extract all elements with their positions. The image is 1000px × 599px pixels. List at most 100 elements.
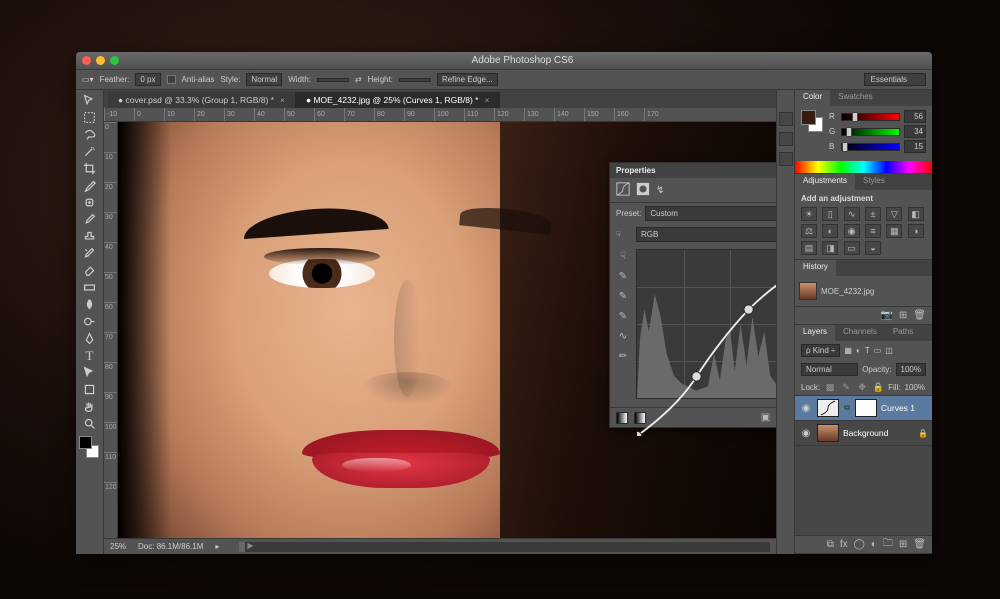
- invert-adj-icon[interactable]: ◑: [908, 224, 924, 238]
- color-tab[interactable]: Color: [795, 90, 830, 106]
- zoom-tool-icon[interactable]: [79, 415, 101, 432]
- eraser-tool-icon[interactable]: [79, 262, 101, 279]
- layers-tab[interactable]: Layers: [795, 325, 835, 341]
- wand-tool-icon[interactable]: [79, 143, 101, 160]
- filter-dropdown[interactable]: ρ Kind ÷: [801, 344, 840, 357]
- r-value[interactable]: 56: [904, 110, 926, 123]
- marquee-tool-icon[interactable]: [79, 109, 101, 126]
- filter-type-icon[interactable]: T: [865, 346, 870, 355]
- link-layers-icon[interactable]: ⧉: [827, 539, 834, 550]
- history-state[interactable]: MOE_4232.jpg: [799, 280, 928, 302]
- new-snapshot-icon[interactable]: 📷: [880, 310, 892, 321]
- curves-adj-icon[interactable]: ∿: [844, 207, 860, 221]
- mask-icon[interactable]: [636, 182, 650, 198]
- styles-tab[interactable]: Styles: [855, 174, 893, 190]
- opacity-input[interactable]: 100%: [896, 363, 926, 376]
- g-value[interactable]: 34: [904, 125, 926, 138]
- hue-adj-icon[interactable]: ◧: [908, 207, 924, 221]
- visibility-toggle-icon[interactable]: ◉: [799, 428, 813, 439]
- draw-curve-icon[interactable]: ✏: [616, 349, 630, 363]
- color-swap[interactable]: [79, 436, 101, 458]
- new-fill-adj-icon[interactable]: ◐: [871, 539, 877, 550]
- docked-panel-icon[interactable]: [779, 152, 793, 166]
- pen-tool-icon[interactable]: [79, 330, 101, 347]
- new-group-icon[interactable]: 🗀: [883, 536, 893, 553]
- filter-shape-icon[interactable]: ▭: [874, 346, 882, 355]
- channels-tab[interactable]: Channels: [835, 325, 885, 341]
- lock-position-icon[interactable]: ✥: [856, 381, 868, 393]
- status-menu-icon[interactable]: ▸: [215, 542, 219, 551]
- refine-edge-button[interactable]: Refine Edge...: [437, 73, 498, 86]
- delete-layer-icon[interactable]: 🗑: [913, 539, 926, 550]
- filter-pixel-icon[interactable]: ▦: [844, 346, 852, 355]
- lock-pixels-icon[interactable]: ✎: [840, 381, 852, 393]
- stamp-tool-icon[interactable]: [79, 228, 101, 245]
- bw-adj-icon[interactable]: ◐: [822, 224, 838, 238]
- channel-finger-icon[interactable]: ☟: [616, 230, 632, 239]
- eyedropper-tool-icon[interactable]: [79, 177, 101, 194]
- docked-panel-icon[interactable]: [779, 132, 793, 146]
- vibrance-adj-icon[interactable]: ▽: [886, 207, 902, 221]
- r-slider[interactable]: [841, 113, 900, 121]
- swap-icon[interactable]: ⇄: [355, 75, 362, 84]
- b-slider[interactable]: [841, 143, 900, 151]
- mask-thumb[interactable]: [855, 399, 877, 417]
- color-spectrum[interactable]: [795, 161, 932, 173]
- filter-adj-icon[interactable]: ◐: [856, 346, 861, 355]
- history-brush-tool-icon[interactable]: [79, 245, 101, 262]
- properties-panel[interactable]: Properties▸▸ ↯ Preset: Custom ☟ RGB: [609, 162, 776, 428]
- canvas[interactable]: Properties▸▸ ↯ Preset: Custom ☟ RGB: [118, 122, 776, 538]
- sample-white-icon[interactable]: ✎: [616, 269, 630, 283]
- photofilter-adj-icon[interactable]: ◉: [844, 224, 860, 238]
- lock-all-icon[interactable]: 🔒: [872, 381, 884, 393]
- filter-smart-icon[interactable]: ◫: [885, 346, 893, 355]
- blend-mode-dropdown[interactable]: Normal: [801, 363, 858, 376]
- sample-gray-icon[interactable]: ✎: [616, 289, 630, 303]
- threshold-adj-icon[interactable]: ◨: [822, 241, 838, 255]
- zoom-window-button[interactable]: [110, 56, 119, 65]
- b-value[interactable]: 15: [904, 140, 926, 153]
- delete-state-icon[interactable]: 🗑: [913, 310, 926, 321]
- gradmap-adj-icon[interactable]: ▭: [844, 241, 860, 255]
- layer-thumb[interactable]: [817, 424, 839, 442]
- layer-row[interactable]: ◉ ⧉ Curves 1: [795, 396, 932, 421]
- new-layer-icon[interactable]: ⊞: [899, 539, 907, 550]
- horizontal-scrollbar[interactable]: [239, 542, 770, 552]
- height-input[interactable]: [399, 78, 431, 82]
- curves-adjustment-icon[interactable]: [616, 182, 630, 198]
- dodge-tool-icon[interactable]: [79, 313, 101, 330]
- doc-size[interactable]: Doc: 86.1M/86.1M: [138, 542, 203, 551]
- document-tab[interactable]: ● MOE_4232.jpg @ 25% (Curves 1, RGB/8) *…: [296, 92, 500, 108]
- path-tool-icon[interactable]: [79, 364, 101, 381]
- close-window-button[interactable]: [82, 56, 91, 65]
- horizontal-ruler[interactable]: -100102030405060708090100110120130140150…: [104, 108, 776, 122]
- close-tab-icon[interactable]: ×: [484, 95, 489, 105]
- paths-tab[interactable]: Paths: [885, 325, 921, 341]
- gradient-tool-icon[interactable]: [79, 279, 101, 296]
- layer-fx-icon[interactable]: fx: [840, 539, 848, 550]
- crop-tool-icon[interactable]: [79, 160, 101, 177]
- titlebar[interactable]: Adobe Photoshop CS6: [76, 52, 932, 70]
- mixer-adj-icon[interactable]: ≡: [865, 224, 881, 238]
- channel-dropdown[interactable]: RGB: [636, 227, 776, 242]
- brightness-adj-icon[interactable]: ☀: [801, 207, 817, 221]
- antialias-checkbox[interactable]: [167, 75, 176, 84]
- sample-black-icon[interactable]: ✎: [616, 309, 630, 323]
- lookup-adj-icon[interactable]: ▦: [886, 224, 902, 238]
- g-slider[interactable]: [841, 128, 900, 136]
- close-tab-icon[interactable]: ×: [280, 95, 285, 105]
- blur-tool-icon[interactable]: [79, 296, 101, 313]
- shape-tool-icon[interactable]: [79, 381, 101, 398]
- visibility-toggle-icon[interactable]: ◉: [799, 403, 813, 414]
- document-tab[interactable]: ● cover.psd @ 33.3% (Group 1, RGB/8) *×: [108, 92, 296, 108]
- posterize-adj-icon[interactable]: ▤: [801, 241, 817, 255]
- link-icon[interactable]: ⧉: [843, 403, 851, 413]
- curves-graph[interactable]: [636, 249, 776, 399]
- adjustments-tab[interactable]: Adjustments: [795, 174, 855, 190]
- width-input[interactable]: [317, 78, 349, 82]
- fg-bg-swatch[interactable]: [801, 110, 823, 132]
- workspace-dropdown[interactable]: Essentials: [864, 73, 926, 86]
- healing-tool-icon[interactable]: [79, 194, 101, 211]
- type-tool-icon[interactable]: T: [79, 347, 101, 364]
- docked-panel-icon[interactable]: [779, 112, 793, 126]
